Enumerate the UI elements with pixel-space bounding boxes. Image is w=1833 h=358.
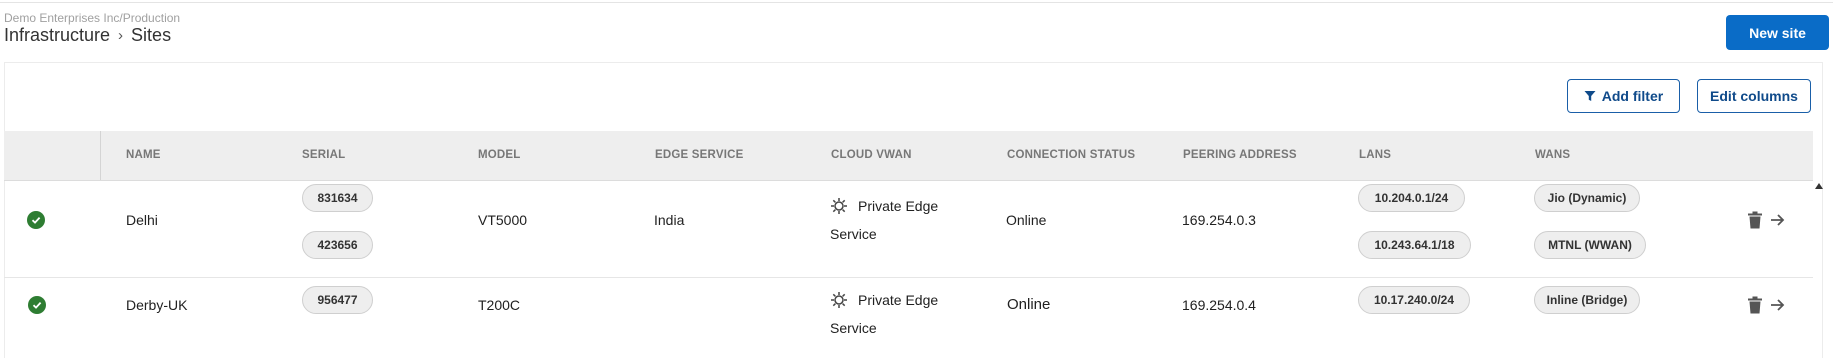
peering-address-value: 169.254.0.3	[1182, 212, 1256, 228]
model-value: VT5000	[478, 212, 528, 228]
lan-chip: 10.17.240.0/24	[1358, 286, 1470, 314]
column-header-serial[interactable]: SERIAL	[302, 131, 345, 180]
wan-chip: MTNL (WWAN)	[1534, 231, 1646, 259]
cloud-vwan-line1: Private Edge	[858, 292, 939, 308]
column-header-model[interactable]: MODEL	[478, 131, 521, 180]
serial-chip: 956477	[302, 286, 373, 314]
table-header: NAME SERIAL MODEL EDGE SERVICE CLOUD VWA…	[4, 131, 1813, 181]
breadcrumb: Infrastructure › Sites	[4, 25, 171, 46]
arrow-right-icon[interactable]	[1770, 298, 1785, 312]
page-title: Sites	[131, 25, 172, 45]
column-header-name[interactable]: NAME	[126, 131, 161, 180]
serial-chip: 831634	[302, 184, 373, 212]
cloud-vwan-value: Private Edge Service	[830, 286, 940, 342]
cloud-vwan-line1: Private Edge	[858, 198, 939, 214]
column-divider	[100, 131, 101, 180]
model-value: T200C	[478, 297, 521, 313]
column-header-cloud-vwan[interactable]: CLOUD VWAN	[831, 131, 912, 180]
peering-address-value: 169.254.0.4	[1182, 297, 1256, 313]
add-filter-button[interactable]: Add filter	[1567, 79, 1680, 113]
column-header-wans[interactable]: WANS	[1535, 131, 1570, 180]
wan-chip: Jio (Dynamic)	[1534, 184, 1640, 212]
check-circle-icon	[28, 296, 46, 314]
filter-icon	[1584, 91, 1596, 101]
new-site-button[interactable]: New site	[1726, 15, 1829, 50]
table-row[interactable]: Delhi 831634 423656 VT5000 India Private…	[4, 181, 1813, 278]
cloud-vwan-line2: Service	[830, 320, 877, 336]
cloud-vwan-line2: Service	[830, 226, 877, 242]
wan-chip: Inline (Bridge)	[1534, 286, 1640, 314]
trash-icon[interactable]	[1748, 296, 1762, 314]
org-path: Demo Enterprises Inc/Production	[4, 11, 181, 25]
app-root: Demo Enterprises Inc/Production Infrastr…	[0, 0, 1833, 358]
site-name[interactable]: Delhi	[126, 212, 158, 228]
scroll-up-arrow-icon[interactable]	[1815, 183, 1823, 189]
lan-chip: 10.204.0.1/24	[1358, 184, 1465, 212]
breadcrumb-infrastructure[interactable]: Infrastructure	[4, 25, 110, 46]
column-header-edge-service[interactable]: EDGE SERVICE	[655, 131, 743, 180]
column-header-connection-status[interactable]: CONNECTION STATUS	[1007, 131, 1135, 180]
column-header-lans[interactable]: LANS	[1359, 131, 1391, 180]
connection-status-value: Online	[1006, 212, 1047, 228]
edit-columns-button[interactable]: Edit columns	[1697, 79, 1811, 113]
top-divider	[0, 2, 1833, 3]
add-filter-label: Add filter	[1601, 88, 1664, 104]
column-header-peering-address[interactable]: PEERING ADDRESS	[1183, 131, 1297, 180]
check-circle-icon	[27, 211, 45, 229]
edge-service-value: India	[654, 212, 685, 228]
site-name[interactable]: Derby-UK	[126, 297, 187, 313]
connection-status-value: Online	[1007, 296, 1051, 313]
cloud-vwan-value: Private Edge Service	[830, 192, 940, 248]
table-row[interactable]: Derby-UK 956477 T200C Private Edge Servic…	[4, 278, 1813, 358]
trash-icon[interactable]	[1748, 211, 1762, 229]
serial-chip: 423656	[302, 231, 373, 259]
breadcrumb-separator: ›	[118, 27, 124, 44]
lan-chip: 10.243.64.1/18	[1358, 231, 1471, 259]
arrow-right-icon[interactable]	[1770, 213, 1785, 227]
